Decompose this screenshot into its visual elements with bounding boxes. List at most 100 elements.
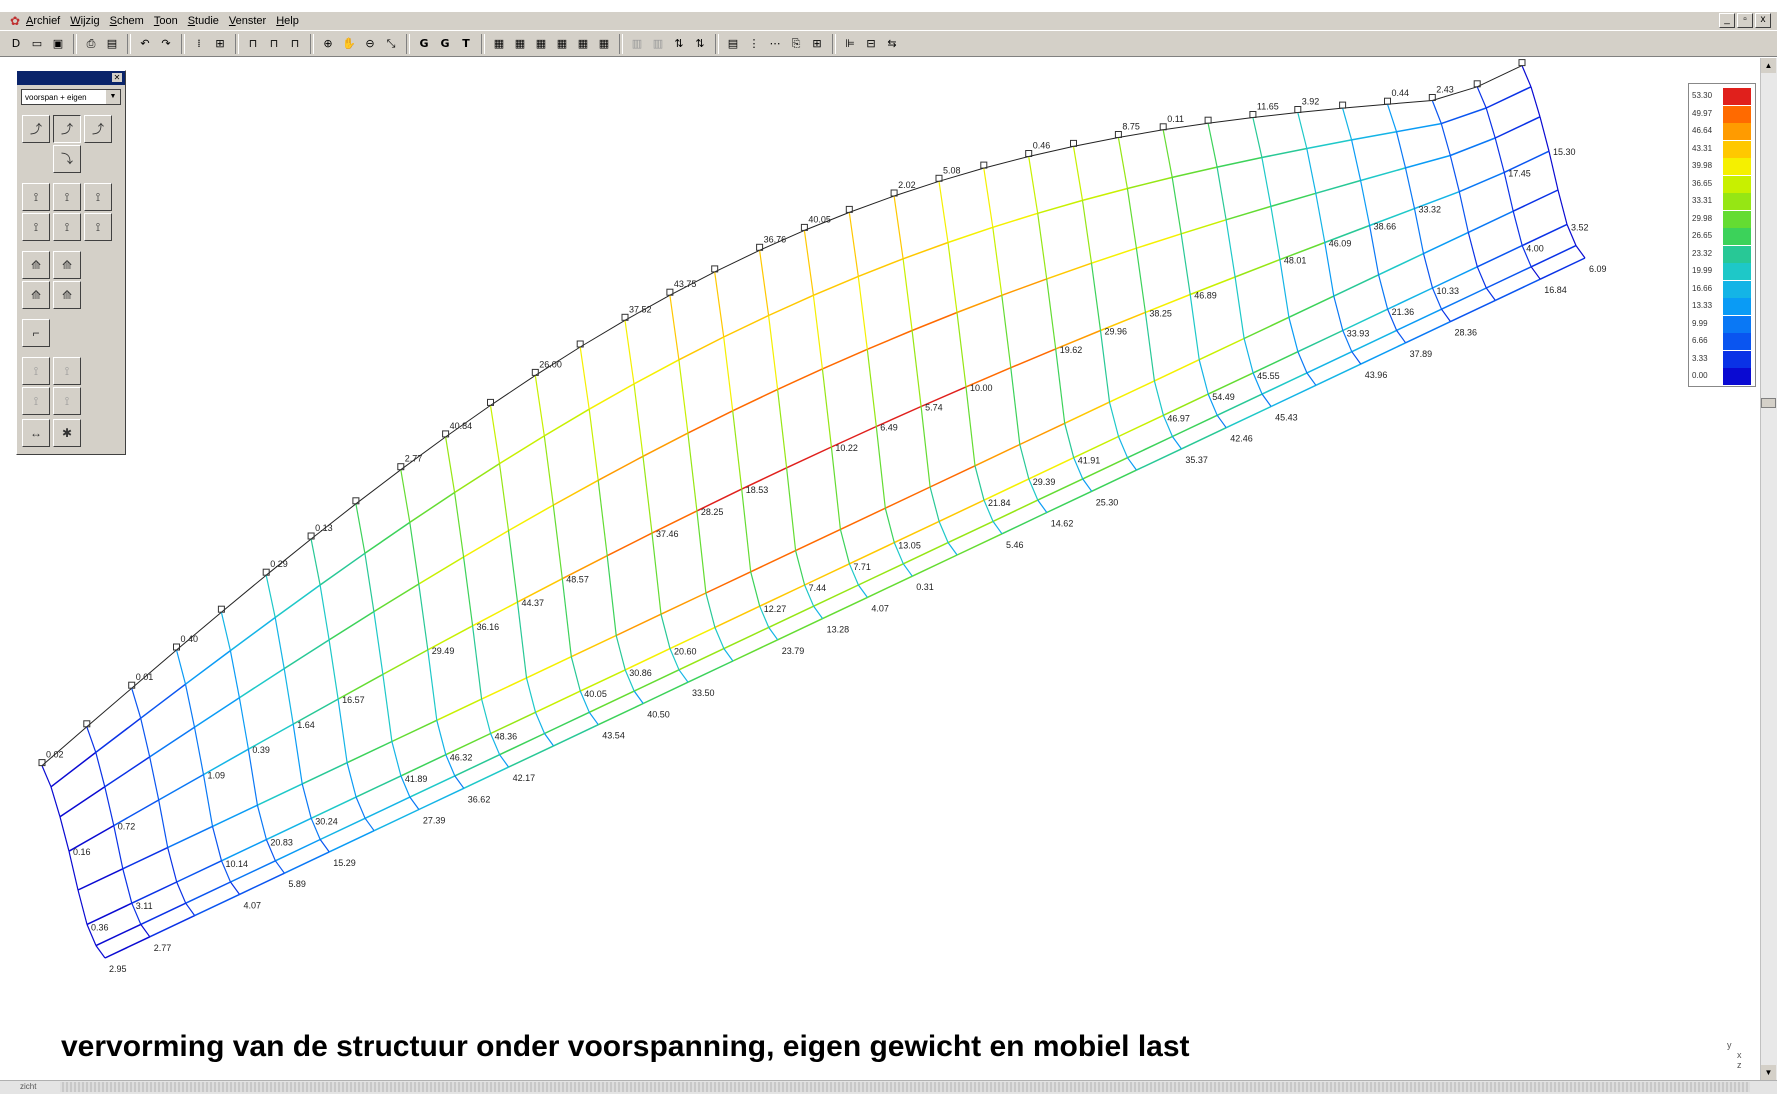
- table-icon[interactable]: ▦: [531, 34, 551, 54]
- text-button[interactable]: T: [456, 34, 476, 54]
- horizontal-scrollbar[interactable]: [60, 1082, 1750, 1092]
- structure-member: [158, 773, 204, 801]
- menu-wijzig[interactable]: Wijzig: [70, 15, 99, 27]
- menu-studie[interactable]: Studie: [188, 15, 219, 27]
- structure-member: [1395, 131, 1407, 169]
- reaction-icon[interactable]: ⟰: [53, 251, 81, 279]
- save-file-icon[interactable]: ▣: [48, 34, 68, 54]
- g-alt-button[interactable]: G: [435, 34, 455, 54]
- structure-member: [409, 522, 420, 585]
- structure-member: [95, 945, 106, 959]
- redo-icon[interactable]: ↷: [156, 34, 176, 54]
- force-n-icon[interactable]: ⟟: [22, 183, 50, 211]
- scale-icon[interactable]: ↔: [22, 419, 50, 447]
- calculator-icon[interactable]: ▤: [723, 34, 743, 54]
- grid-icon[interactable]: ⊞: [210, 34, 230, 54]
- table-icon[interactable]: ▦: [573, 34, 593, 54]
- force-vz-icon[interactable]: ⟟: [84, 183, 112, 211]
- zoom-out-icon[interactable]: ⊖: [360, 34, 380, 54]
- deformation-value-label: 18.53: [746, 485, 769, 495]
- pan-hand-icon[interactable]: ✋: [339, 34, 359, 54]
- diagram-icon[interactable]: ⎘: [786, 34, 806, 54]
- print-preview-icon[interactable]: ▤: [102, 34, 122, 54]
- table-icon[interactable]: ▦: [594, 34, 614, 54]
- g-button[interactable]: G: [414, 34, 434, 54]
- close-icon[interactable]: ✕: [112, 73, 122, 82]
- structure-member: [1405, 154, 1451, 169]
- reaction-icon[interactable]: ⟰: [53, 281, 81, 309]
- reaction-icon[interactable]: ⟰: [22, 281, 50, 309]
- structure-member: [795, 528, 841, 552]
- list-icon[interactable]: ⊟: [861, 34, 881, 54]
- deformation-value-label: 40.50: [647, 710, 670, 720]
- frame-view-icon[interactable]: ⊓: [243, 34, 263, 54]
- print-icon[interactable]: ⎙: [81, 34, 101, 54]
- force-vy-icon[interactable]: ⟟: [53, 183, 81, 211]
- section-color-icon[interactable]: ⇅: [690, 34, 710, 54]
- report-icon[interactable]: ⊞: [807, 34, 827, 54]
- undo-icon[interactable]: ↶: [135, 34, 155, 54]
- toolbar-separator: [715, 33, 719, 54]
- zoom-extents-icon[interactable]: ⤡: [381, 34, 401, 54]
- align-icon[interactable]: ⊫: [840, 34, 860, 54]
- restore-icon[interactable]: ▫: [1737, 13, 1753, 28]
- structure-member: [185, 881, 231, 904]
- deform-y-icon[interactable]: ⤴: [53, 115, 81, 143]
- structure-member: [983, 156, 1029, 169]
- app-logo-icon[interactable]: ✿: [8, 14, 22, 28]
- menu-schem[interactable]: Schem: [110, 15, 144, 27]
- frame-view-icon[interactable]: ⊓: [285, 34, 305, 54]
- forces-icon[interactable]: ⋯: [765, 34, 785, 54]
- open-file-icon[interactable]: ▭: [27, 34, 47, 54]
- deform-z-icon[interactable]: ⤴: [84, 115, 112, 143]
- structure-member: [516, 602, 528, 678]
- deformation-value-label: 6.49: [880, 423, 898, 433]
- section-icon[interactable]: ⇅: [669, 34, 689, 54]
- deform-combined-icon[interactable]: ⤵: [53, 145, 81, 173]
- support-icon[interactable]: ⌐: [22, 319, 50, 347]
- scroll-thumb[interactable]: [1761, 398, 1776, 408]
- deformation-value-label: 0.29: [270, 559, 288, 569]
- structure-member: [1225, 205, 1272, 221]
- structure-member: [86, 726, 97, 753]
- axis-x-label: x: [1737, 1050, 1742, 1060]
- palette-titlebar[interactable]: ✕: [17, 71, 125, 85]
- scroll-down-icon[interactable]: ▼: [1761, 1065, 1776, 1080]
- toggle-icon[interactable]: ⇆: [882, 34, 902, 54]
- scroll-up-icon[interactable]: ▲: [1761, 58, 1776, 73]
- new-file-icon[interactable]: D: [6, 34, 26, 54]
- layer-icon[interactable]: ▦: [489, 34, 509, 54]
- frame-view-icon[interactable]: ⊓: [264, 34, 284, 54]
- chevron-down-icon[interactable]: ▼: [106, 90, 120, 104]
- menu-help[interactable]: Help: [276, 15, 299, 27]
- structure-member: [256, 805, 267, 840]
- structure-member: [220, 612, 231, 651]
- vertical-scrollbar[interactable]: ▲ ▼: [1760, 58, 1777, 1080]
- moment-my-icon[interactable]: ⟟: [53, 213, 81, 241]
- grid-points-icon[interactable]: ⁞: [189, 34, 209, 54]
- node-marker: [1384, 97, 1391, 105]
- loadcase-value: voorspan + eigen: [25, 93, 87, 102]
- close-icon[interactable]: x: [1755, 13, 1771, 28]
- results-icon[interactable]: ⋮: [744, 34, 764, 54]
- structure-member: [274, 860, 285, 874]
- deformation-value-label: 0.44: [1392, 88, 1410, 98]
- legend-row: 33.31: [1689, 193, 1757, 210]
- table-icon[interactable]: ▦: [510, 34, 530, 54]
- reaction-icon[interactable]: ⟰: [22, 251, 50, 279]
- structure-member: [1234, 276, 1245, 339]
- loadcase-select[interactable]: voorspan + eigen ▼: [21, 89, 121, 105]
- menu-venster[interactable]: Venster: [229, 15, 266, 27]
- moment-mx-icon[interactable]: ⟟: [22, 213, 50, 241]
- structure-member: [1225, 219, 1236, 278]
- structure-member: [310, 503, 357, 540]
- animate-icon[interactable]: ✱: [53, 419, 81, 447]
- deform-x-icon[interactable]: ⤴: [22, 115, 50, 143]
- minimize-icon[interactable]: _: [1719, 13, 1735, 28]
- menu-toon[interactable]: Toon: [154, 15, 178, 27]
- table-icon[interactable]: ▦: [552, 34, 572, 54]
- zoom-in-icon[interactable]: ⊕: [318, 34, 338, 54]
- structure-member: [185, 649, 231, 685]
- moment-mz-icon[interactable]: ⟟: [84, 213, 112, 241]
- menu-archief[interactable]: Archief: [26, 15, 60, 27]
